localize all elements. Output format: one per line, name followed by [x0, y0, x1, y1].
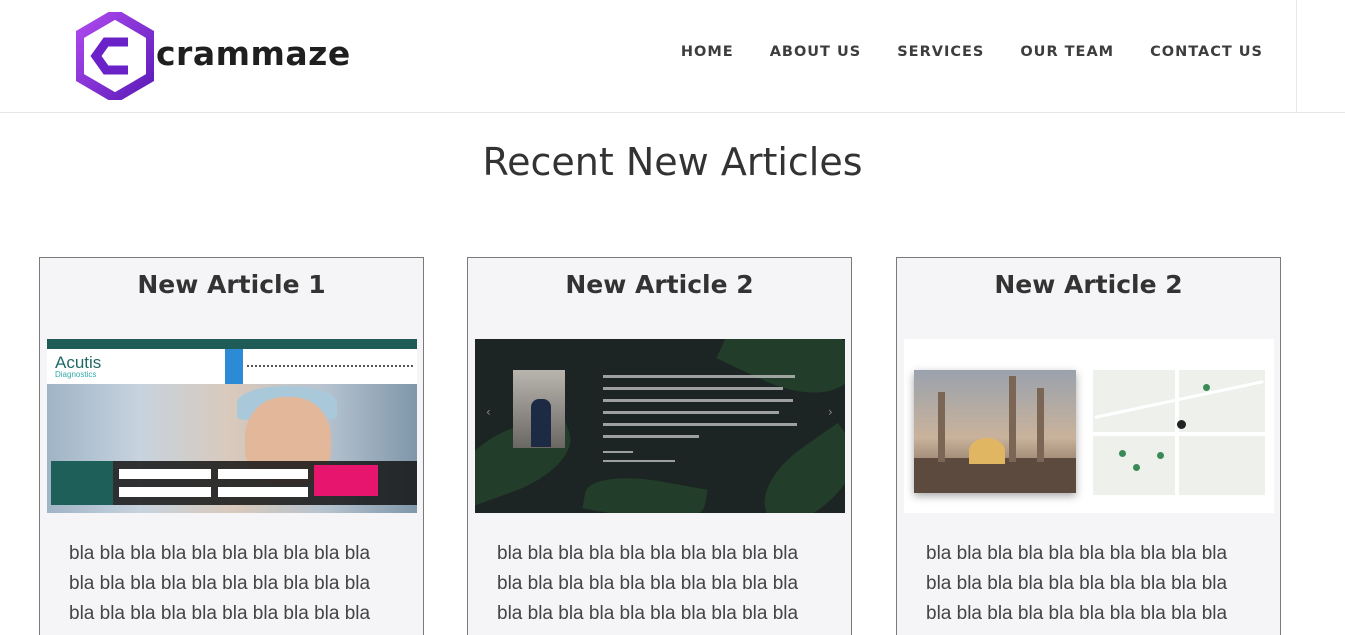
- calendar-icon: [51, 461, 113, 505]
- crammaze-logo-icon: [76, 12, 154, 100]
- article-image[interactable]: ‹ ›: [475, 339, 845, 513]
- nav-our-team[interactable]: OUR TEAM: [1020, 44, 1114, 60]
- logo[interactable]: crammaze: [76, 12, 351, 100]
- chevron-left-icon: ‹: [486, 405, 491, 419]
- logo-text: crammaze: [156, 33, 351, 73]
- article-card[interactable]: New Article 2 bla bla bla bla bla bla bl…: [896, 257, 1281, 635]
- article-excerpt: bla bla bla bla bla bla bla bla bla bla …: [497, 543, 799, 635]
- article-excerpt: bla bla bla bla bla bla bla bla bla bla …: [69, 543, 371, 635]
- article-image[interactable]: Acutis Diagnostics: [47, 339, 417, 513]
- acutis-brand-image: Acutis Diagnostics: [55, 353, 102, 379]
- chevron-right-icon: ›: [828, 405, 833, 419]
- article-image[interactable]: [904, 339, 1274, 513]
- article-excerpt: bla bla bla bla bla bla bla bla bla bla …: [926, 543, 1228, 635]
- nav-home[interactable]: HOME: [681, 44, 734, 60]
- main-nav: HOME ABOUT US SERVICES OUR TEAM CONTACT …: [645, 44, 1263, 60]
- article-title[interactable]: New Article 2: [897, 270, 1280, 299]
- header-divider: [1296, 0, 1297, 112]
- site-header: crammaze HOME ABOUT US SERVICES OUR TEAM…: [0, 0, 1345, 113]
- article-title[interactable]: New Article 1: [40, 270, 423, 299]
- nav-contact-us[interactable]: CONTACT US: [1150, 44, 1263, 60]
- location-map: [1093, 370, 1265, 495]
- nav-services[interactable]: SERVICES: [897, 44, 984, 60]
- article-title[interactable]: New Article 2: [468, 270, 851, 299]
- map-pin-icon: [1177, 420, 1186, 429]
- section-title: Recent New Articles: [482, 140, 863, 184]
- article-card[interactable]: New Article 1 Acutis Diagnostics bla bla …: [39, 257, 424, 635]
- nav-about-us[interactable]: ABOUT US: [770, 44, 862, 60]
- article-card[interactable]: New Article 2 ‹ › bla bla bla bla bla bl…: [467, 257, 852, 635]
